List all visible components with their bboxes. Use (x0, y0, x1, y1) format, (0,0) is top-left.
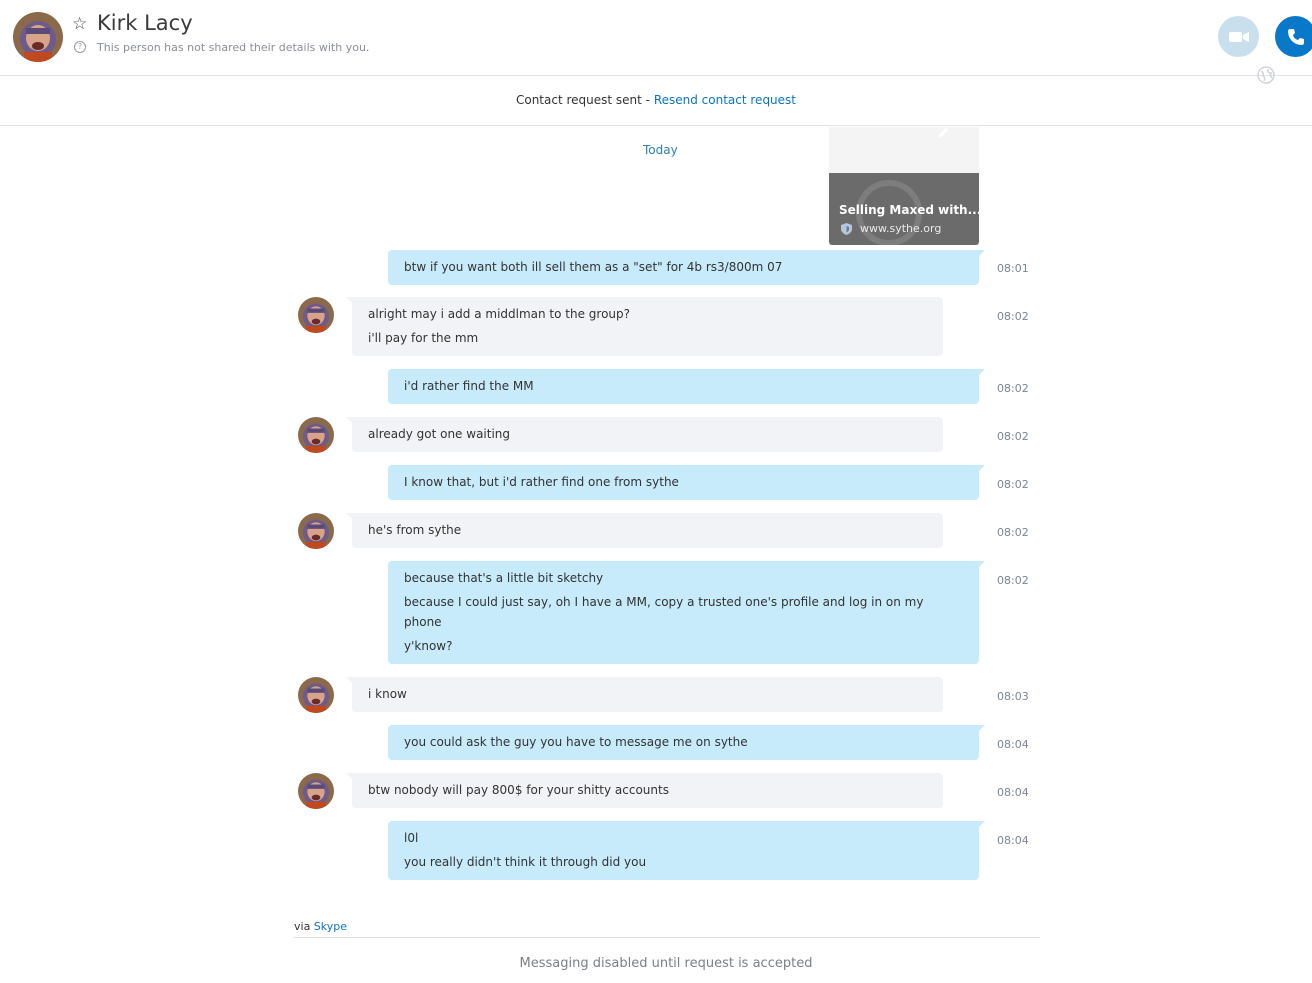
resend-request-link[interactable]: Resend contact request (654, 93, 796, 107)
message-bubble-outgoing[interactable]: you could ask the guy you have to messag… (388, 725, 985, 760)
video-call-button[interactable] (1218, 16, 1259, 57)
message-bubble-incoming[interactable]: he's from sythe (346, 513, 943, 548)
message-text: phone (404, 615, 442, 629)
favorite-star-icon[interactable]: ☆ (72, 14, 87, 34)
preview-title: Selling Maxed with... (839, 203, 979, 217)
message-time: 08:03 (997, 690, 1029, 703)
message-text: because I could just say, oh I have a MM… (404, 595, 924, 609)
sender-avatar[interactable] (298, 677, 334, 713)
message-bubble-incoming[interactable]: alright may i add a middlman to the grou… (346, 297, 943, 356)
link-preview-card[interactable]: Selling Maxed with... www.sythe.org (829, 127, 979, 245)
message-text: l0l (404, 831, 419, 845)
via-skype-label: via Skype (294, 920, 347, 933)
message-time: 08:04 (997, 834, 1029, 847)
via-prefix: via (294, 920, 314, 933)
message-time: 08:02 (997, 478, 1029, 491)
message-bubble-outgoing[interactable]: because that's a little bit sketchy beca… (388, 561, 985, 664)
message-bubble-incoming[interactable]: already got one waiting (346, 417, 943, 452)
message-text: you could ask the guy you have to messag… (404, 735, 748, 749)
contact-name[interactable]: Kirk Lacy (97, 11, 193, 35)
message-text: because that's a little bit sketchy (404, 571, 604, 585)
message-time: 08:02 (997, 382, 1029, 395)
message-text: i'd rather find the MM (404, 379, 534, 393)
contact-request-bar: Contact request sent - Resend contact re… (0, 76, 1312, 126)
message-text: i know (368, 687, 407, 701)
message-time: 08:01 (997, 262, 1029, 275)
footer-divider (294, 937, 1040, 938)
message-time: 08:02 (997, 574, 1029, 587)
preview-thumbnail (829, 127, 979, 173)
message-text: alright may i add a middlman to the grou… (368, 307, 631, 321)
message-text: already got one waiting (368, 427, 511, 441)
audio-call-button[interactable] (1275, 16, 1312, 57)
message-text: he's from sythe (368, 523, 462, 537)
message-text: you really didn't think it through did y… (404, 855, 647, 869)
message-bubble-incoming[interactable]: btw nobody will pay 800$ for your shitty… (346, 773, 943, 808)
message-time: 08:02 (997, 310, 1029, 323)
message-text: I know that, but i'd rather find one fro… (404, 475, 679, 489)
message-bubble-outgoing[interactable]: I know that, but i'd rather find one fro… (388, 465, 985, 500)
conversation-header: ☆ Kirk Lacy ? This person has not shared… (0, 0, 1312, 76)
preview-url: www.sythe.org (860, 222, 942, 235)
sender-avatar[interactable] (298, 297, 334, 333)
message-text: btw if you want both ill sell them as a … (404, 260, 783, 274)
message-time: 08:04 (997, 786, 1029, 799)
sender-avatar[interactable] (298, 513, 334, 549)
message-bubble-outgoing[interactable]: btw if you want both ill sell them as a … (388, 250, 985, 285)
shield-icon (841, 223, 852, 235)
message-time: 08:02 (997, 430, 1029, 443)
messaging-disabled-notice: Messaging disabled until request is acce… (519, 956, 813, 971)
contact-subtitle: This person has not shared their details… (97, 41, 370, 54)
skype-link[interactable]: Skype (314, 920, 347, 933)
message-bubble-outgoing[interactable]: i'd rather find the MM (388, 369, 985, 404)
message-text: btw nobody will pay 800$ for your shitty… (368, 783, 669, 797)
message-bubble-outgoing[interactable]: l0l you really didn't think it through d… (388, 821, 985, 880)
message-bubble-incoming[interactable]: i know (346, 677, 943, 712)
sender-avatar[interactable] (298, 773, 334, 809)
message-text: y'know? (404, 639, 453, 653)
phone-icon (1287, 28, 1304, 45)
message-text: i'll pay for the mm (368, 331, 479, 345)
request-status-text: Contact request sent - (515, 93, 654, 107)
date-divider: Today (643, 143, 678, 157)
contact-avatar[interactable] (13, 12, 63, 62)
info-icon: ? (74, 41, 86, 53)
sender-avatar[interactable] (298, 417, 334, 453)
message-time: 08:04 (997, 738, 1029, 751)
message-time: 08:02 (997, 526, 1029, 539)
video-camera-icon (1228, 31, 1249, 42)
